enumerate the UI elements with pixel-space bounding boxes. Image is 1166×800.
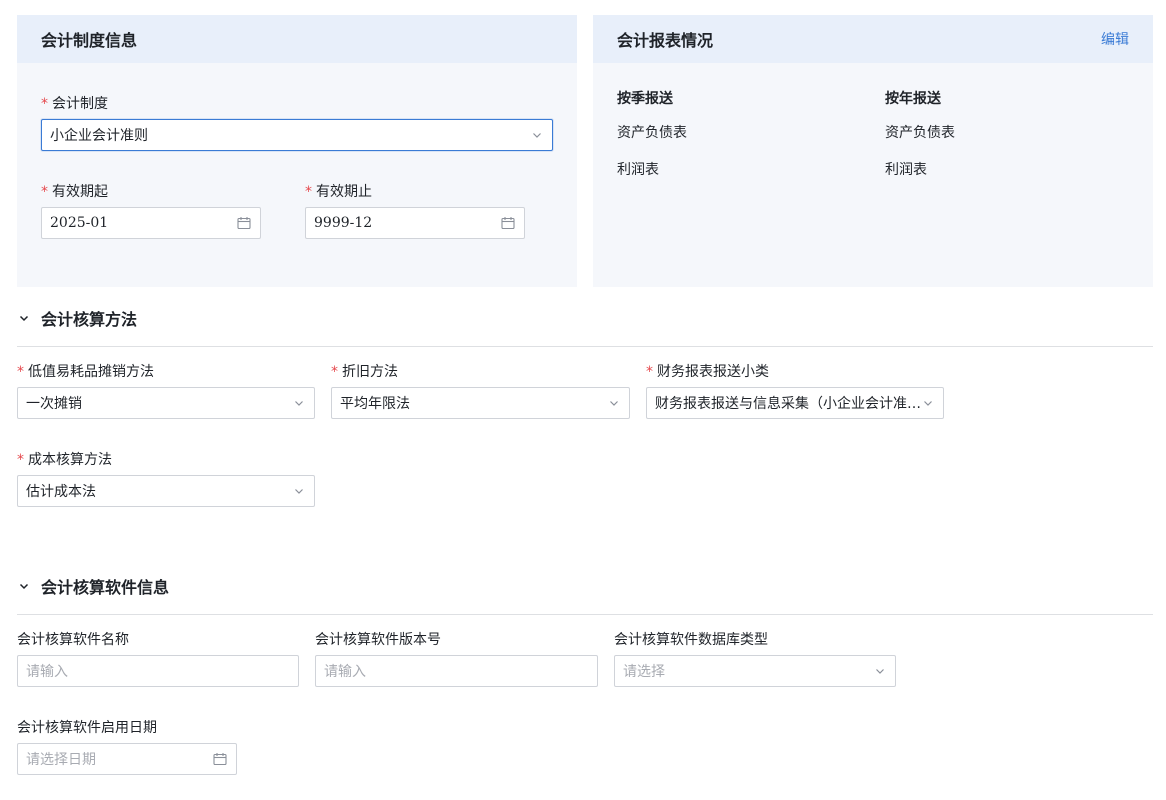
label-text: 折旧方法 (342, 364, 398, 380)
yearly-report-heading: 按年报送 (885, 91, 941, 107)
chevron-down-icon (292, 396, 306, 410)
required-mark: * (17, 452, 24, 468)
chevron-down-icon (292, 484, 306, 498)
cost-method-select[interactable]: 估计成本法 (17, 475, 315, 507)
quarterly-report-item: 利润表 (617, 162, 659, 178)
select-value: 估计成本法 (26, 484, 96, 500)
valid-to-label: * 有效期止 (305, 181, 372, 201)
label-text: 财务报表报送小类 (657, 364, 769, 380)
accounting-system-card-header: 会计制度信息 (17, 15, 577, 63)
label-text: 会计制度 (52, 96, 108, 112)
card-title: 会计报表情况 (617, 31, 714, 50)
accounting-method-section-header: 会计核算方法 (17, 306, 137, 330)
software-start-date-label: 会计核算软件启用日期 (17, 720, 157, 736)
edit-link[interactable]: 编辑 (1101, 29, 1129, 49)
report-status-card-header: 会计报表情况 编辑 (593, 15, 1153, 63)
collapse-chevron-icon[interactable] (17, 311, 31, 325)
software-version-label: 会计核算软件版本号 (315, 632, 441, 648)
yearly-report-item: 资产负债表 (885, 125, 955, 141)
select-value: 财务报表报送与信息采集（小企业会计准则） (655, 396, 921, 412)
chevron-down-icon (873, 664, 887, 678)
label-text: 低值易耗品摊销方法 (28, 364, 154, 380)
required-mark: * (331, 364, 338, 380)
required-mark: * (305, 184, 312, 200)
date-placeholder: 请选择日期 (26, 752, 96, 768)
accounting-system-card: 会计制度信息 (17, 15, 577, 287)
yearly-report-item: 利润表 (885, 162, 927, 178)
card-title: 会计制度信息 (41, 31, 138, 50)
chevron-down-icon (530, 128, 544, 142)
required-mark: * (646, 364, 653, 380)
report-subtype-select[interactable]: 财务报表报送与信息采集（小企业会计准则） (646, 387, 944, 419)
required-mark: * (41, 96, 48, 112)
quarterly-report-item: 资产负债表 (617, 125, 687, 141)
software-name-label: 会计核算软件名称 (17, 632, 129, 648)
valid-from-date-picker[interactable]: 2025-01 (41, 207, 261, 239)
quarterly-report-heading: 按季报送 (617, 91, 673, 107)
select-value: 平均年限法 (340, 396, 410, 412)
input-placeholder: 请输入 (26, 664, 68, 680)
required-mark: * (41, 184, 48, 200)
select-value: 一次摊销 (26, 396, 82, 412)
label-text: 有效期起 (52, 184, 108, 200)
software-version-input[interactable]: 请输入 (315, 655, 598, 687)
select-placeholder: 请选择 (623, 664, 665, 680)
software-db-type-label: 会计核算软件数据库类型 (614, 632, 768, 648)
report-status-card: 会计报表情况 编辑 (593, 15, 1153, 287)
date-value: 9999-12 (314, 215, 373, 231)
cost-method-label: * 成本核算方法 (17, 449, 112, 469)
calendar-icon (237, 217, 251, 230)
date-value: 2025-01 (50, 215, 109, 231)
calendar-icon (501, 217, 515, 230)
section-title: 会计核算软件信息 (41, 578, 170, 597)
accounting-system-label: * 会计制度 (41, 93, 108, 113)
input-placeholder: 请输入 (324, 664, 366, 680)
valid-from-label: * 有效期起 (41, 181, 108, 201)
calendar-icon (213, 753, 227, 766)
software-name-input[interactable]: 请输入 (17, 655, 299, 687)
software-start-date-picker[interactable]: 请选择日期 (17, 743, 237, 775)
amortization-method-select[interactable]: 一次摊销 (17, 387, 315, 419)
collapse-chevron-icon[interactable] (17, 579, 31, 593)
required-mark: * (17, 364, 24, 380)
depreciation-method-select[interactable]: 平均年限法 (331, 387, 630, 419)
section-divider (17, 614, 1153, 615)
label-text: 有效期止 (316, 184, 372, 200)
accounting-system-select[interactable]: 小企业会计准则 (41, 119, 553, 151)
label-text: 成本核算方法 (28, 452, 112, 468)
software-db-type-select[interactable]: 请选择 (614, 655, 896, 687)
depreciation-method-label: * 折旧方法 (331, 361, 398, 381)
valid-to-date-picker[interactable]: 9999-12 (305, 207, 525, 239)
section-title: 会计核算方法 (41, 310, 138, 329)
amortization-method-label: * 低值易耗品摊销方法 (17, 361, 154, 381)
section-divider (17, 346, 1153, 347)
chevron-down-icon (607, 396, 621, 410)
select-value: 小企业会计准则 (50, 128, 148, 144)
software-info-section-header: 会计核算软件信息 (17, 574, 169, 598)
report-subtype-label: * 财务报表报送小类 (646, 361, 769, 381)
chevron-down-icon (921, 396, 935, 410)
